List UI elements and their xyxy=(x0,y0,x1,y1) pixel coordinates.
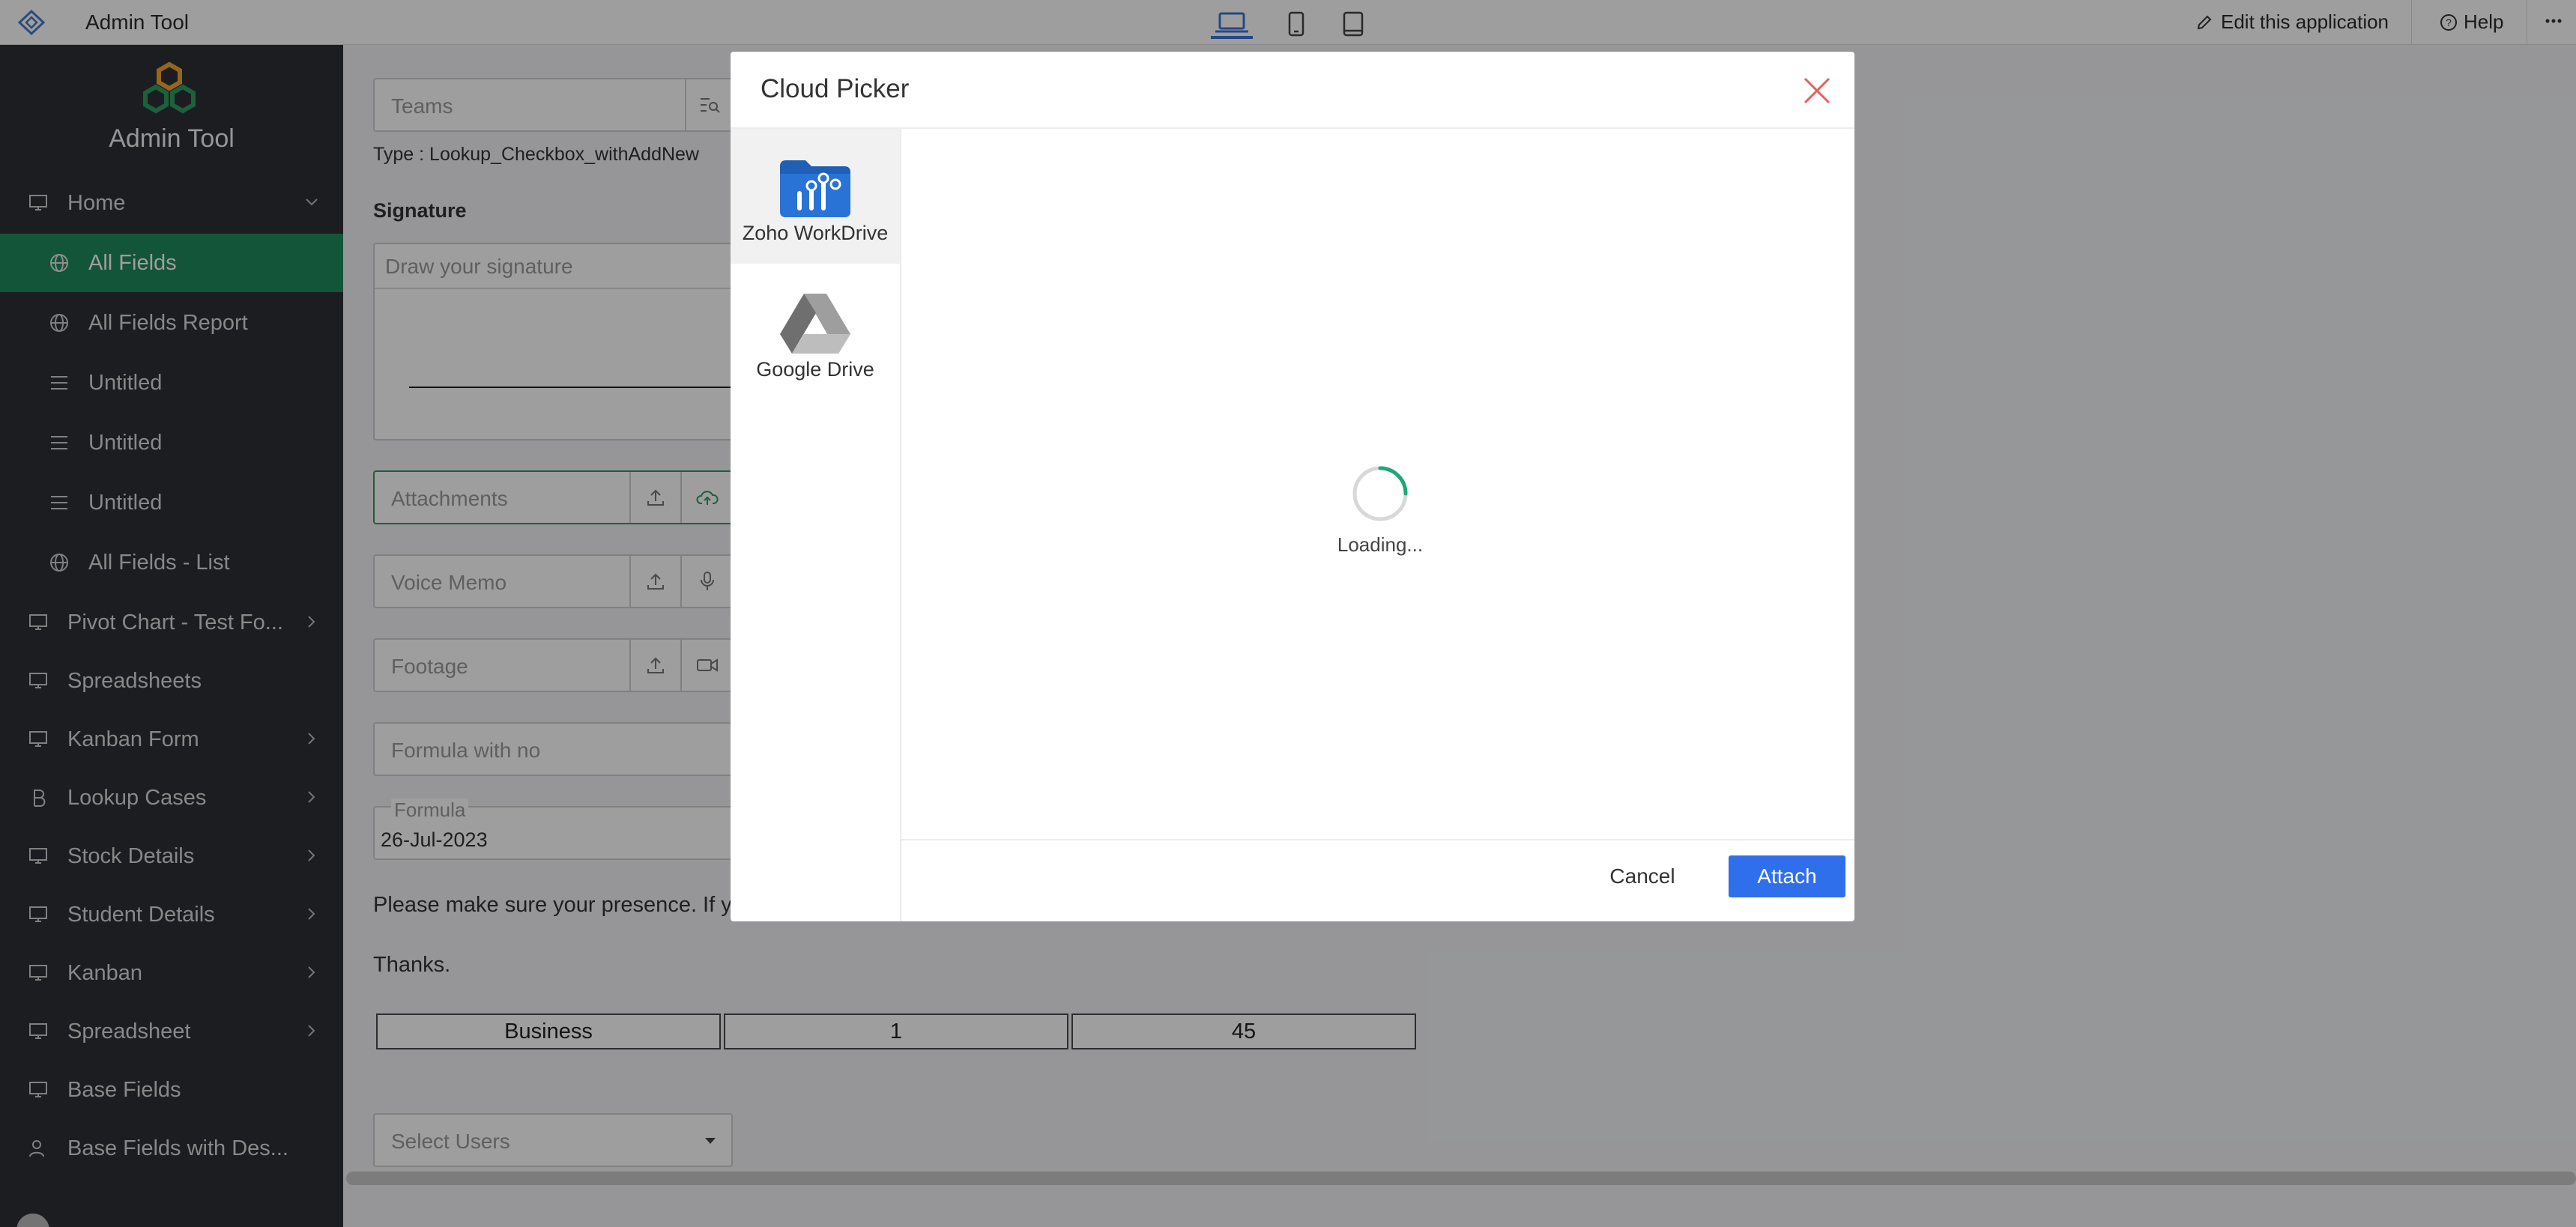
cloud-picker-dialog: Cloud Picker Zoho WorkDrive Google Drive xyxy=(731,52,1854,921)
attach-button[interactable]: Attach xyxy=(1729,855,1845,897)
divider xyxy=(901,839,1854,840)
provider-google-drive[interactable]: Google Drive xyxy=(731,265,900,400)
provider-zoho-workdrive[interactable]: Zoho WorkDrive xyxy=(731,129,900,264)
dialog-title: Cloud Picker xyxy=(761,74,910,103)
provider-list: Zoho WorkDrive Google Drive xyxy=(731,129,901,921)
provider-name: Zoho WorkDrive xyxy=(742,222,889,244)
provider-name: Google Drive xyxy=(756,358,874,381)
google-drive-icon xyxy=(780,294,850,354)
file-browser-area: Loading... xyxy=(901,129,1854,845)
cancel-button[interactable]: Cancel xyxy=(1609,855,1676,897)
close-icon[interactable] xyxy=(1799,73,1835,109)
loading-spinner-icon xyxy=(1352,466,1408,521)
workdrive-icon xyxy=(780,160,850,217)
loading-text: Loading... xyxy=(1337,533,1424,556)
